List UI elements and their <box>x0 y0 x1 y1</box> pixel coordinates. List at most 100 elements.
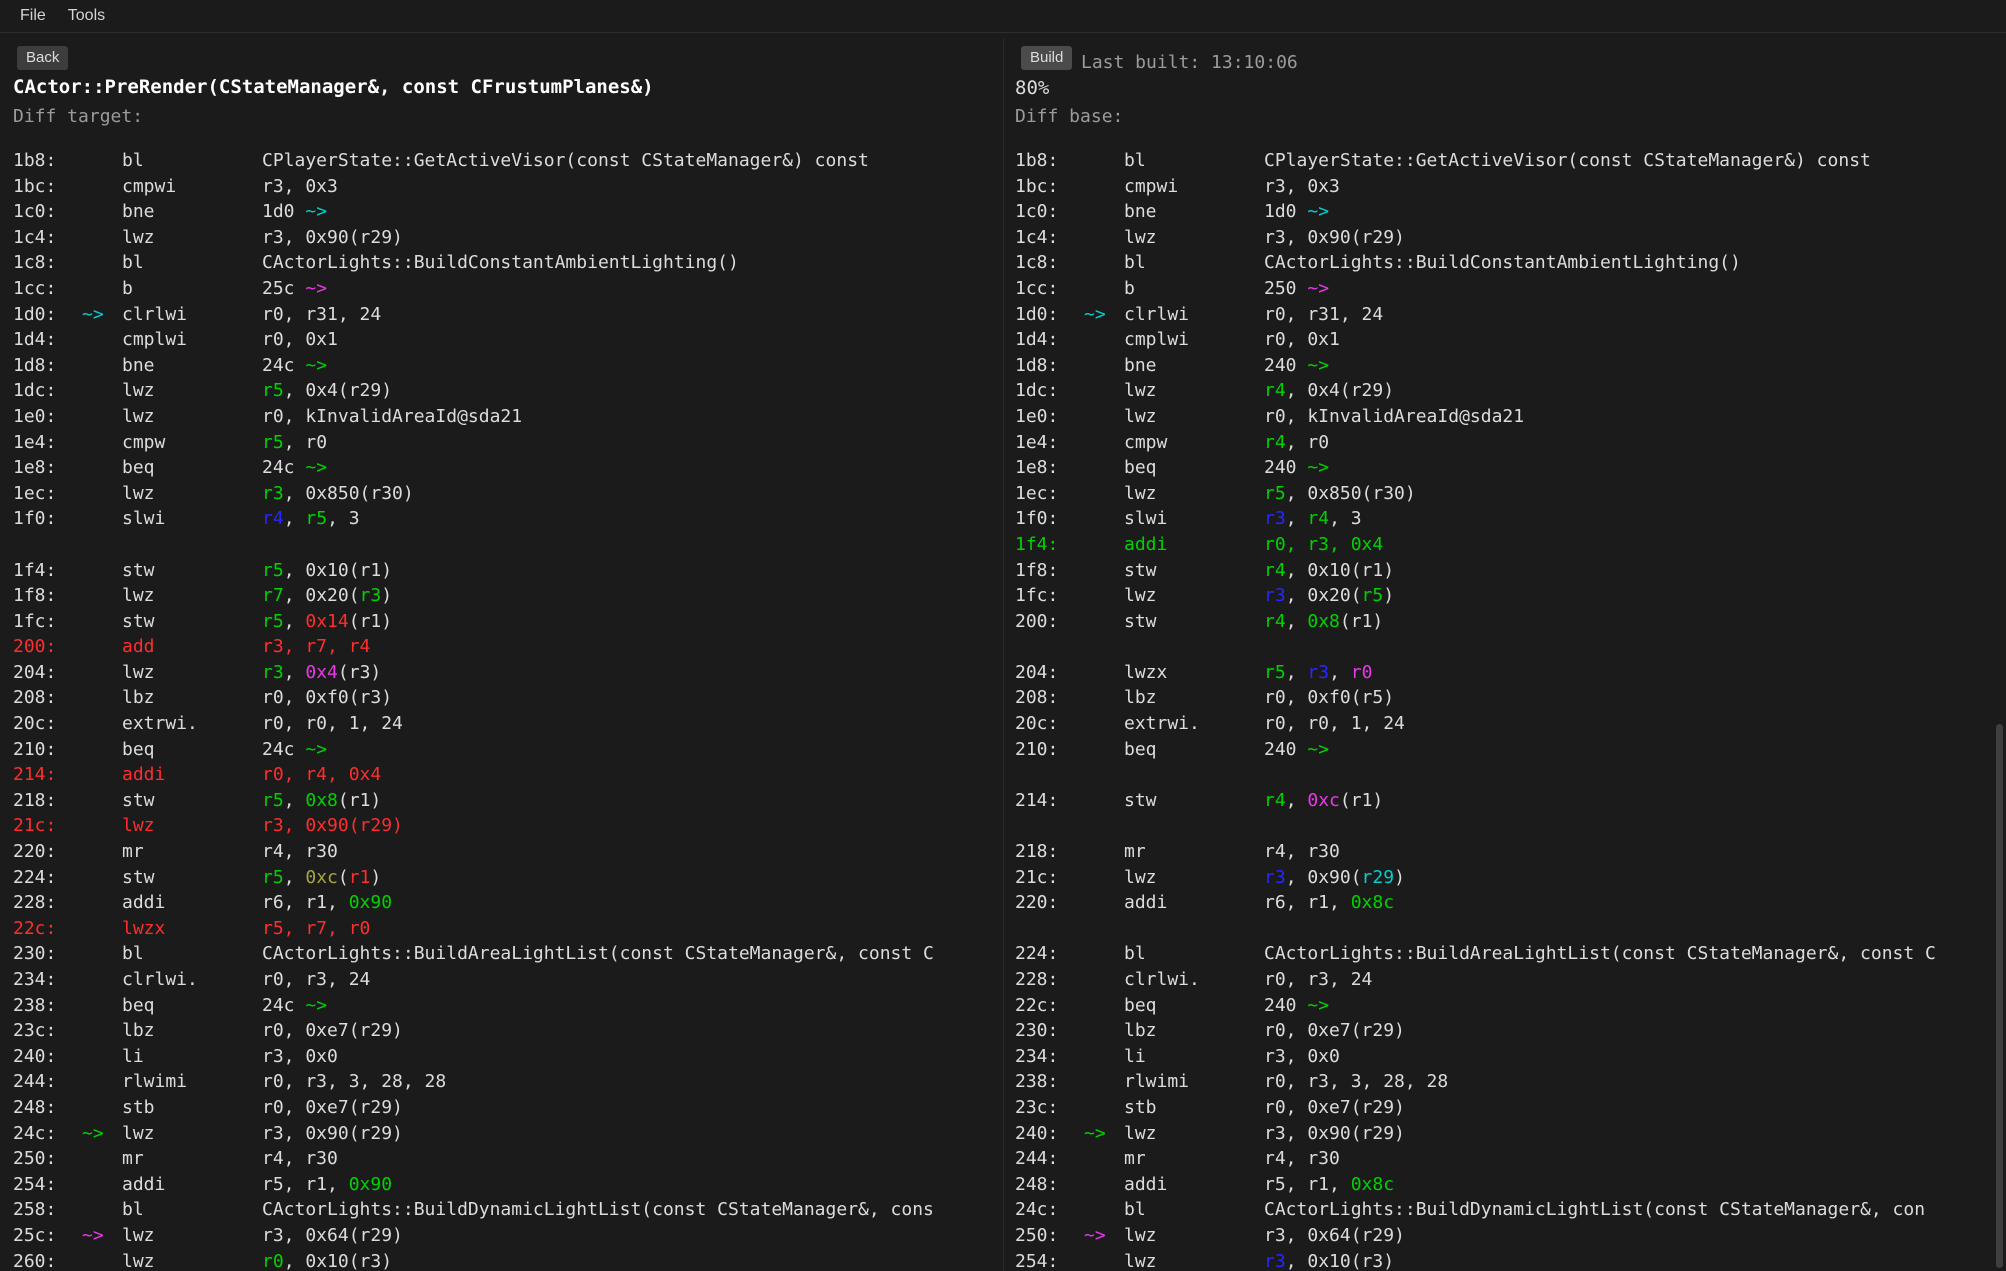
asm-row[interactable]: 218:stwr5, 0x8(r1) <box>13 788 1001 814</box>
asm-row[interactable]: 218:mrr4, r30 <box>1015 839 2006 865</box>
asm-row[interactable]: 248:stbr0, 0xe7(r29) <box>13 1095 1001 1121</box>
asm-row[interactable]: 1e0:lwzr0, kInvalidAreaId@sda21 <box>1015 404 2006 430</box>
asm-row[interactable]: 24c:~>lwzr3, 0x90(r29) <box>13 1121 1001 1147</box>
asm-row[interactable]: 1f8:stwr4, 0x10(r1) <box>1015 558 2006 584</box>
asm-row[interactable]: 1f4:stwr5, 0x10(r1) <box>13 558 1001 584</box>
asm-row[interactable]: 1e8:beq240 ~> <box>1015 455 2006 481</box>
asm-row[interactable]: 22c:lwzxr5, r7, r0 <box>13 916 1001 942</box>
asm-row[interactable]: 204:lwzxr5, r3, r0 <box>1015 660 2006 686</box>
asm-row[interactable]: 230:lbzr0, 0xe7(r29) <box>1015 1018 2006 1044</box>
asm-row[interactable]: 20c:extrwi.r0, r0, 1, 24 <box>13 711 1001 737</box>
asm-operand: r0, r3, 3, 28, 28 <box>1264 1071 1448 1092</box>
asm-row[interactable]: 250:mrr4, r30 <box>13 1146 1001 1172</box>
vertical-scrollbar[interactable] <box>1996 724 2003 1268</box>
asm-row[interactable]: 200:stwr4, 0x8(r1) <box>1015 609 2006 635</box>
asm-row[interactable]: 20c:extrwi.r0, r0, 1, 24 <box>1015 711 2006 737</box>
asm-row[interactable]: 238:beq24c ~> <box>13 993 1001 1019</box>
asm-row[interactable]: 224:stwr5, 0xc(r1) <box>13 865 1001 891</box>
asm-row[interactable]: 244:rlwimir0, r3, 3, 28, 28 <box>13 1069 1001 1095</box>
asm-row[interactable]: 240:~>lwzr3, 0x90(r29) <box>1015 1121 2006 1147</box>
asm-row[interactable]: 1bc:cmpwir3, 0x3 <box>13 174 1001 200</box>
asm-row[interactable]: 1e8:beq24c ~> <box>13 455 1001 481</box>
asm-row[interactable]: 25c:~>lwzr3, 0x64(r29) <box>13 1223 1001 1249</box>
asm-row[interactable]: 208:lbzr0, 0xf0(r5) <box>1015 685 2006 711</box>
asm-row[interactable]: 1b8:blCPlayerState::GetActiveVisor(const… <box>1015 148 2006 174</box>
asm-row[interactable]: 1e4:cmpwr4, r0 <box>1015 430 2006 456</box>
asm-operands: r0, r3, 24 <box>262 967 370 993</box>
asm-row[interactable]: 21c:lwzr3, 0x90(r29) <box>13 813 1001 839</box>
asm-operand: r0, r3, 3, 28, 28 <box>262 1071 446 1092</box>
asm-row[interactable]: 23c:lbzr0, 0xe7(r29) <box>13 1018 1001 1044</box>
asm-row[interactable]: 254:addir5, r1, 0x90 <box>13 1172 1001 1198</box>
asm-row[interactable]: 1e4:cmpwr5, r0 <box>13 430 1001 456</box>
asm-row[interactable]: 1ec:lwzr3, 0x850(r30) <box>13 481 1001 507</box>
asm-row[interactable]: 1c4:lwzr3, 0x90(r29) <box>13 225 1001 251</box>
menu-tools[interactable]: Tools <box>60 5 113 27</box>
asm-row[interactable]: 1c4:lwzr3, 0x90(r29) <box>1015 225 2006 251</box>
asm-row[interactable]: 1dc:lwzr5, 0x4(r29) <box>13 378 1001 404</box>
asm-row[interactable]: 1f4:addir0, r3, 0x4 <box>1015 532 2006 558</box>
asm-row[interactable]: 1b8:blCPlayerState::GetActiveVisor(const… <box>13 148 1001 174</box>
back-button[interactable]: Back <box>17 46 68 70</box>
asm-row[interactable]: 254:lwzr3, 0x10(r3) <box>1015 1249 2006 1271</box>
asm-row[interactable]: 1d8:bne240 ~> <box>1015 353 2006 379</box>
asm-row[interactable]: 1c8:blCActorLights::BuildConstantAmbient… <box>1015 250 2006 276</box>
asm-row[interactable]: 210:beq24c ~> <box>13 737 1001 763</box>
build-button[interactable]: Build <box>1021 46 1072 70</box>
asm-row[interactable]: 220:mrr4, r30 <box>13 839 1001 865</box>
asm-operands: 25c ~> <box>262 276 327 302</box>
asm-operand: r4 <box>1264 380 1286 401</box>
asm-row[interactable]: 228:clrlwi.r0, r3, 24 <box>1015 967 2006 993</box>
asm-row[interactable]: 230:blCActorLights::BuildAreaLightList(c… <box>13 941 1001 967</box>
asm-mnemonic: bne <box>1124 199 1157 225</box>
asm-row[interactable]: 1ec:lwzr5, 0x850(r30) <box>1015 481 2006 507</box>
asm-row[interactable]: 1c0:bne1d0 ~> <box>1015 199 2006 225</box>
asm-row[interactable]: 21c:lwzr3, 0x90(r29) <box>1015 865 2006 891</box>
asm-row[interactable]: 248:addir5, r1, 0x8c <box>1015 1172 2006 1198</box>
asm-row[interactable]: 220:addir6, r1, 0x8c <box>1015 890 2006 916</box>
asm-row[interactable]: 208:lbzr0, 0xf0(r3) <box>13 685 1001 711</box>
asm-row[interactable]: 1cc:b25c ~> <box>13 276 1001 302</box>
asm-row[interactable]: 1f0:slwir4, r5, 3 <box>13 506 1001 532</box>
asm-row[interactable]: 238:rlwimir0, r3, 3, 28, 28 <box>1015 1069 2006 1095</box>
asm-row[interactable]: 258:blCActorLights::BuildDynamicLightLis… <box>13 1197 1001 1223</box>
asm-row[interactable]: 204:lwzr3, 0x4(r3) <box>13 660 1001 686</box>
asm-address: 1f0: <box>1015 506 1058 532</box>
asm-row[interactable]: 1f0:slwir3, r4, 3 <box>1015 506 2006 532</box>
asm-row[interactable]: 228:addir6, r1, 0x90 <box>13 890 1001 916</box>
asm-row[interactable]: 1d4:cmplwir0, 0x1 <box>1015 327 2006 353</box>
asm-row[interactable]: 1d0:~>clrlwir0, r31, 24 <box>1015 302 2006 328</box>
menu-file[interactable]: File <box>12 5 54 27</box>
asm-row[interactable]: 1f8:lwzr7, 0x20(r3) <box>13 583 1001 609</box>
asm-row[interactable]: 234:lir3, 0x0 <box>1015 1044 2006 1070</box>
branch-source-arrow-icon: ~> <box>1307 739 1329 760</box>
asm-row[interactable]: 244:mrr4, r30 <box>1015 1146 2006 1172</box>
asm-row[interactable]: 260:lwzr0, 0x10(r3) <box>13 1249 1001 1271</box>
asm-row[interactable]: 22c:beq240 ~> <box>1015 993 2006 1019</box>
asm-row[interactable]: 1dc:lwzr4, 0x4(r29) <box>1015 378 2006 404</box>
asm-row[interactable]: 214:addir0, r4, 0x4 <box>13 762 1001 788</box>
asm-row[interactable]: 210:beq240 ~> <box>1015 737 2006 763</box>
asm-row[interactable]: 1d0:~>clrlwir0, r31, 24 <box>13 302 1001 328</box>
asm-row[interactable]: 234:clrlwi.r0, r3, 24 <box>13 967 1001 993</box>
asm-row[interactable]: 24c:blCActorLights::BuildDynamicLightLis… <box>1015 1197 2006 1223</box>
asm-row[interactable]: 1fc:lwzr3, 0x20(r5) <box>1015 583 2006 609</box>
asm-row[interactable]: 240:lir3, 0x0 <box>13 1044 1001 1070</box>
asm-row[interactable]: 1bc:cmpwir3, 0x3 <box>1015 174 2006 200</box>
asm-row[interactable]: 1e0:lwzr0, kInvalidAreaId@sda21 <box>13 404 1001 430</box>
asm-row[interactable]: 1d4:cmplwir0, 0x1 <box>13 327 1001 353</box>
branch-target-arrow-icon: ~> <box>82 1121 104 1147</box>
asm-operand: r5 <box>1264 662 1286 683</box>
asm-row[interactable]: 1cc:b250 ~> <box>1015 276 2006 302</box>
asm-operand: ) <box>1394 867 1405 888</box>
asm-row[interactable]: 1fc:stwr5, 0x14(r1) <box>13 609 1001 635</box>
asm-row[interactable]: 200:addr3, r7, r4 <box>13 634 1001 660</box>
asm-row[interactable]: 224:blCActorLights::BuildAreaLightList(c… <box>1015 941 2006 967</box>
asm-row[interactable]: 1c8:blCActorLights::BuildConstantAmbient… <box>13 250 1001 276</box>
asm-row[interactable]: 250:~>lwzr3, 0x64(r29) <box>1015 1223 2006 1249</box>
asm-operand: 1d0 <box>1264 201 1307 222</box>
asm-row[interactable]: 23c:stbr0, 0xe7(r29) <box>1015 1095 2006 1121</box>
asm-row[interactable]: 214:stwr4, 0xc(r1) <box>1015 788 2006 814</box>
asm-row[interactable]: 1c0:bne1d0 ~> <box>13 199 1001 225</box>
asm-row[interactable]: 1d8:bne24c ~> <box>13 353 1001 379</box>
